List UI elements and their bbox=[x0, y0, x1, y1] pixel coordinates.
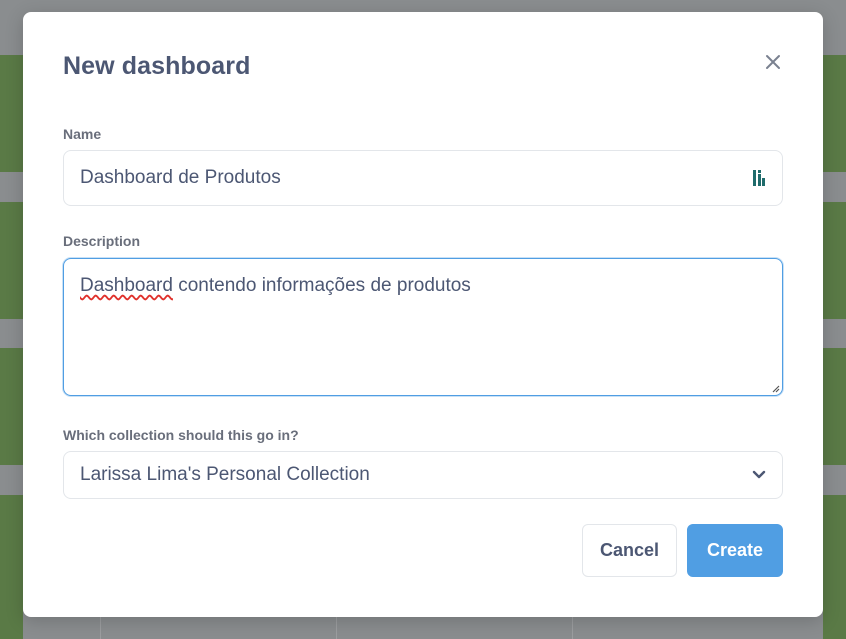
background-card bbox=[0, 495, 23, 639]
description-label: Description bbox=[63, 233, 141, 249]
chevron-down-icon bbox=[752, 470, 766, 479]
background-card bbox=[823, 495, 846, 639]
background-card bbox=[823, 55, 846, 172]
background-divider bbox=[100, 617, 101, 639]
background-card bbox=[0, 55, 23, 172]
close-icon bbox=[766, 55, 780, 69]
collection-select-value: Larissa Lima's Personal Collection bbox=[80, 464, 370, 485]
name-input-value: Dashboard de Produtos bbox=[80, 167, 281, 188]
cancel-button[interactable]: Cancel bbox=[582, 524, 677, 577]
collection-label: Which collection should this go in? bbox=[63, 427, 299, 443]
description-textarea[interactable]: Dashboard contendo informações de produt… bbox=[63, 258, 783, 396]
new-dashboard-modal: New dashboard Name Dashboard de Produtos… bbox=[23, 12, 823, 617]
background-divider bbox=[336, 617, 337, 639]
collection-select[interactable]: Larissa Lima's Personal Collection bbox=[63, 451, 783, 499]
background-card bbox=[0, 202, 23, 319]
create-button[interactable]: Create bbox=[687, 524, 783, 577]
resize-handle-icon[interactable] bbox=[771, 384, 780, 393]
password-manager-icon[interactable] bbox=[752, 169, 766, 187]
background-divider bbox=[572, 617, 573, 639]
name-label: Name bbox=[63, 126, 102, 142]
background-card bbox=[823, 348, 846, 465]
name-input[interactable]: Dashboard de Produtos bbox=[63, 150, 783, 206]
description-misspelled-word: Dashboard bbox=[80, 275, 173, 296]
background-card bbox=[823, 202, 846, 319]
close-button[interactable] bbox=[761, 50, 785, 74]
modal-title: New dashboard bbox=[63, 52, 251, 80]
background-card bbox=[0, 348, 23, 465]
description-text: contendo informações de produtos bbox=[172, 275, 471, 296]
